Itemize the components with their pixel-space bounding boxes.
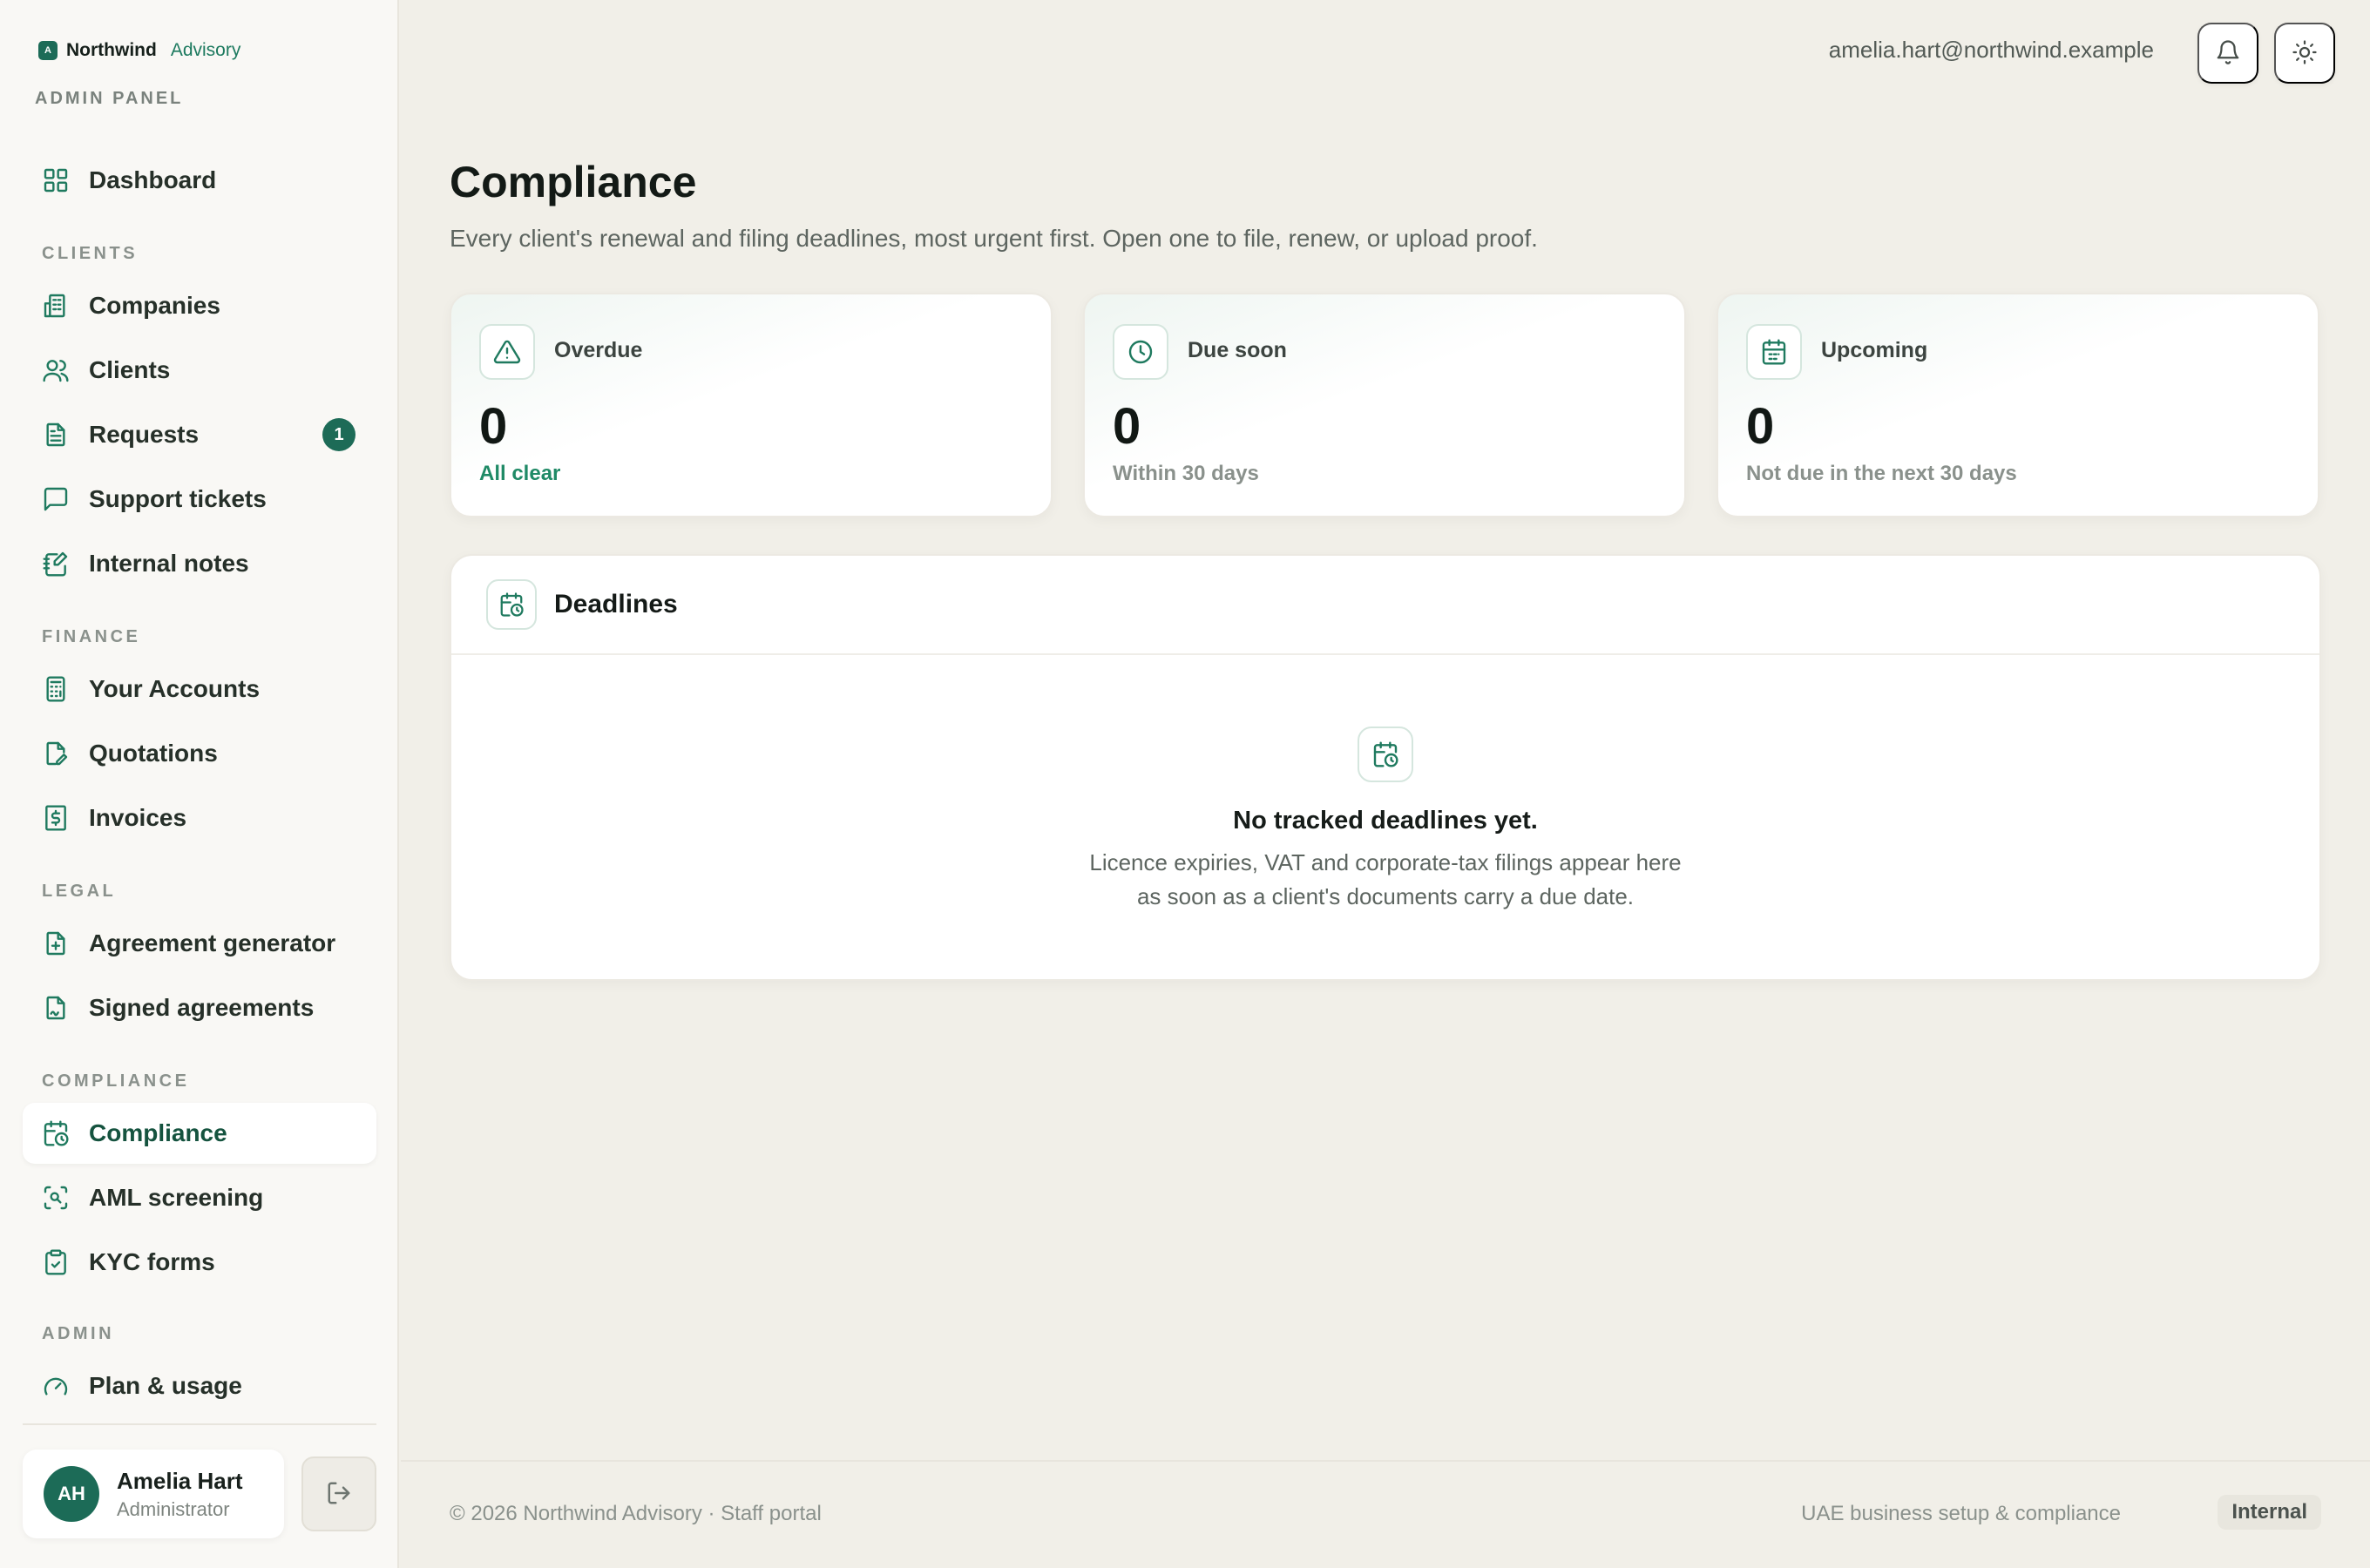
- sidebar-item-dashboard[interactable]: Dashboard: [23, 150, 376, 211]
- clock-icon: [1113, 324, 1168, 380]
- sidebar-item-label: Companies: [89, 292, 220, 319]
- sidebar-item-label: Signed agreements: [89, 994, 315, 1021]
- empty-state-text: Licence expiries, VAT and corporate-tax …: [1089, 849, 1682, 909]
- sidebar-item-label: Clients: [89, 356, 171, 383]
- section-label-clients: CLIENTS: [42, 244, 139, 263]
- page-subtitle: Every client's renewal and filing deadli…: [450, 225, 1538, 252]
- section-label-compliance: COMPLIANCE: [42, 1071, 190, 1091]
- stat-note: Within 30 days: [1113, 462, 1259, 485]
- sidebar-divider: [23, 1423, 376, 1425]
- alert-triangle-icon: [479, 324, 535, 380]
- stat-label: Due soon: [1188, 338, 1287, 362]
- bell-icon: [2215, 39, 2241, 68]
- user-role: Administrator: [117, 1497, 230, 1520]
- sidebar-item-signed-agreements[interactable]: Signed agreements: [23, 977, 376, 1038]
- sidebar-item-compliance[interactable]: Compliance: [23, 1103, 376, 1164]
- calendar-clock-icon: [486, 579, 537, 630]
- deadlines-title: Deadlines: [554, 590, 678, 618]
- logout-button[interactable]: [301, 1456, 376, 1531]
- section-label-admin: ADMIN: [42, 1324, 115, 1343]
- sidebar-item-plan-usage[interactable]: Plan & usage: [23, 1355, 376, 1416]
- gauge-icon: [42, 1372, 70, 1400]
- notebook-pen-icon: [42, 550, 70, 578]
- sidebar-item-label: Quotations: [89, 740, 218, 767]
- stat-value: 0: [1113, 398, 1141, 455]
- file-text-icon: [42, 421, 70, 449]
- sidebar-item-label: AML screening: [89, 1184, 264, 1211]
- sidebar-item-support-tickets[interactable]: Support tickets: [23, 469, 376, 530]
- user-email: amelia.hart@northwind.example: [1828, 37, 2154, 63]
- stat-note: Not due in the next 30 days: [1746, 462, 2017, 485]
- footer-badge: Internal: [2218, 1495, 2321, 1530]
- sidebar-item-label: Support tickets: [89, 485, 267, 512]
- page-title: Compliance: [450, 158, 697, 206]
- user-info: Amelia Hart Administrator: [117, 1468, 243, 1521]
- requests-count-badge: 1: [322, 418, 356, 451]
- file-signature-icon: [42, 994, 70, 1022]
- calendar-icon: [1746, 324, 1802, 380]
- calendar-clock-icon: [1358, 727, 1413, 782]
- panel-label: ADMIN PANEL: [35, 89, 184, 108]
- stat-card-due-soon: Due soon 0 Within 30 days: [1083, 293, 1686, 517]
- sidebar-item-label: Compliance: [89, 1119, 227, 1146]
- empty-state: No tracked deadlines yet. Licence expiri…: [451, 727, 2319, 914]
- stat-value: 0: [479, 398, 508, 455]
- section-label-finance: FINANCE: [42, 627, 141, 646]
- sidebar-item-label: Dashboard: [89, 166, 217, 193]
- sidebar-item-kyc-forms[interactable]: KYC forms: [23, 1232, 376, 1293]
- sidebar-item-quotations[interactable]: Quotations: [23, 723, 376, 784]
- sidebar-item-clients[interactable]: Clients: [23, 340, 376, 401]
- brand-logo: A: [38, 41, 58, 60]
- sidebar-item-companies[interactable]: Companies: [23, 275, 376, 336]
- sidebar-item-label: KYC forms: [89, 1248, 215, 1275]
- brand[interactable]: A Northwind Advisory: [38, 40, 240, 61]
- sidebar-item-aml-screening[interactable]: AML screening: [23, 1167, 376, 1228]
- sidebar-item-label: Invoices: [89, 804, 187, 831]
- clipboard-check-icon: [42, 1248, 70, 1276]
- calculator-icon: [42, 675, 70, 703]
- sidebar-item-label: Agreement generator: [89, 929, 336, 956]
- building-icon: [42, 292, 70, 320]
- stat-value: 0: [1746, 398, 1775, 455]
- file-pen-icon: [42, 740, 70, 767]
- sidebar-item-label: Internal notes: [89, 550, 249, 577]
- file-plus-icon: [42, 929, 70, 957]
- sidebar-item-label: Requests: [89, 421, 200, 448]
- sidebar-item-requests[interactable]: Requests 1: [23, 404, 376, 465]
- sidebar-item-agreement-generator[interactable]: Agreement generator: [23, 913, 376, 974]
- empty-state-title: No tracked deadlines yet.: [1233, 807, 1538, 835]
- stat-note: All clear: [479, 462, 561, 485]
- scan-search-icon: [42, 1184, 70, 1212]
- deadlines-panel: Deadlines No tracked deadlines yet. Lice…: [450, 554, 2321, 981]
- sidebar-item-your-accounts[interactable]: Your Accounts: [23, 659, 376, 720]
- deadlines-header: Deadlines: [451, 556, 2319, 655]
- theme-toggle-button[interactable]: [2274, 23, 2335, 84]
- calendar-clock-icon: [42, 1119, 70, 1147]
- logout-icon: [326, 1480, 352, 1509]
- footer-tagline: UAE business setup & compliance: [1801, 1502, 2121, 1525]
- sidebar-item-internal-notes[interactable]: Internal notes: [23, 533, 376, 594]
- stat-card-upcoming: Upcoming 0 Not due in the next 30 days: [1717, 293, 2319, 517]
- sidebar-item-label: Plan & usage: [89, 1372, 242, 1399]
- brand-sub: Advisory: [170, 40, 241, 60]
- brand-name: Northwind: [66, 40, 157, 60]
- stat-label: Overdue: [554, 338, 643, 362]
- sidebar: A Northwind Advisory ADMIN PANEL Dashboa…: [0, 0, 399, 1568]
- receipt-dollar-icon: [42, 804, 70, 832]
- sun-icon: [2292, 39, 2318, 68]
- stat-label: Upcoming: [1821, 338, 1928, 362]
- message-square-icon: [42, 485, 70, 513]
- sidebar-item-invoices[interactable]: Invoices: [23, 787, 376, 848]
- footer-copyright: © 2026 Northwind Advisory · Staff portal: [450, 1502, 822, 1525]
- users-icon: [42, 356, 70, 384]
- avatar: AH: [44, 1466, 99, 1522]
- notifications-button[interactable]: [2197, 23, 2258, 84]
- grid-icon: [42, 166, 70, 194]
- user-name: Amelia Hart: [117, 1467, 243, 1494]
- stat-card-overdue: Overdue 0 All clear: [450, 293, 1053, 517]
- user-card[interactable]: AH Amelia Hart Administrator: [23, 1450, 284, 1538]
- sidebar-item-label: Your Accounts: [89, 675, 261, 702]
- section-label-legal: LEGAL: [42, 882, 117, 901]
- footer: © 2026 Northwind Advisory · Staff portal…: [401, 1460, 2370, 1568]
